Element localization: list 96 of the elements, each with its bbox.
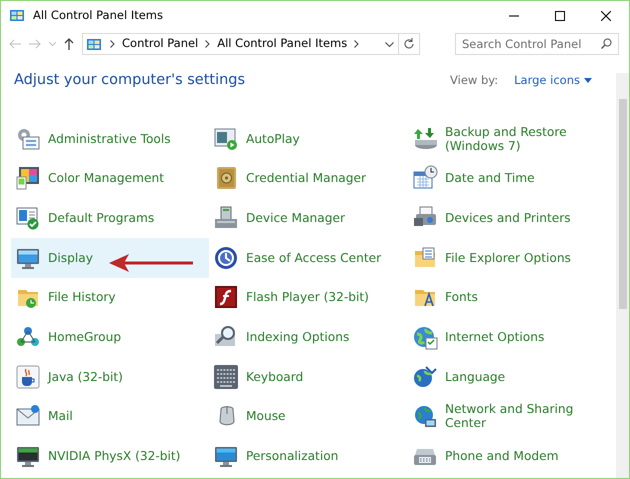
item-label: Flash Player (32-bit) bbox=[246, 290, 369, 304]
control-panel-item[interactable]: Mouse bbox=[209, 396, 408, 436]
item-label: Credential Manager bbox=[246, 171, 366, 186]
breadcrumb[interactable]: All Control Panel Items bbox=[214, 35, 350, 53]
item-label: Mail bbox=[48, 409, 73, 424]
item-label: Fonts bbox=[445, 290, 478, 304]
address-bar[interactable]: Control Panel All Control Panel Items bbox=[82, 33, 420, 55]
caret-icon bbox=[49, 42, 56, 46]
control-panel-icon bbox=[86, 36, 102, 52]
search-icon bbox=[601, 38, 612, 49]
keyboard-icon bbox=[213, 364, 239, 390]
caret-icon bbox=[584, 78, 592, 84]
item-label: File Explorer Options bbox=[445, 250, 571, 265]
item-label: Java (32-bit) bbox=[48, 370, 123, 384]
breadcrumb[interactable]: Control Panel bbox=[119, 35, 202, 53]
item-label: Administrative Tools bbox=[48, 132, 171, 146]
maximize-icon bbox=[555, 10, 565, 20]
control-panel-item[interactable]: File Explorer Options bbox=[408, 238, 608, 278]
control-panel-item[interactable]: Devices and Printers bbox=[408, 198, 608, 238]
control-panel-item[interactable]: Language bbox=[408, 356, 608, 397]
checkmark-icon bbox=[15, 204, 41, 231]
item-label: Default Programs bbox=[48, 210, 154, 225]
control-panel-item[interactable]: Flash Player (32-bit) bbox=[209, 278, 408, 318]
control-panel-item[interactable]: File History bbox=[11, 278, 209, 318]
control-panel-item[interactable]: Phone and Modem bbox=[408, 436, 608, 476]
control-panel-item[interactable]: Administrative Tools bbox=[11, 118, 209, 158]
control-panel-item[interactable]: Internet Options bbox=[408, 317, 608, 357]
view-by-label: View by: bbox=[450, 72, 498, 90]
control-panel-item[interactable]: NVIDIA PhysX (32-bit) bbox=[11, 436, 209, 476]
play-icon bbox=[213, 126, 239, 152]
globe-icon bbox=[412, 324, 438, 350]
dropdown-icon bbox=[385, 42, 394, 46]
scrollbar-thumb[interactable] bbox=[619, 99, 627, 309]
chevron-icon bbox=[110, 40, 115, 48]
item-label: Phone and Modem bbox=[445, 449, 559, 464]
forward-button[interactable] bbox=[29, 39, 41, 49]
item-label: File History bbox=[48, 290, 116, 304]
control-panel-item[interactable]: Date and Time bbox=[408, 158, 608, 198]
control-panel-item[interactable]: Keyboard bbox=[209, 356, 408, 397]
item-label: Mouse bbox=[246, 409, 286, 424]
close-icon bbox=[601, 10, 611, 20]
control-panel-item[interactable]: Java (32-bit) bbox=[11, 356, 209, 397]
item-label: Keyboard bbox=[246, 370, 304, 384]
forward-icon bbox=[29, 39, 41, 49]
item-label: NVIDIA PhysX (32-bit) bbox=[48, 449, 180, 464]
control-panel-item[interactable]: Indexing Options bbox=[209, 317, 408, 357]
recent-locations-button[interactable] bbox=[49, 42, 56, 46]
monitor-icon bbox=[15, 165, 41, 192]
chevron-icon bbox=[205, 40, 210, 48]
item-label: Date and Time bbox=[445, 171, 535, 186]
item-label: HomeGroup bbox=[48, 330, 122, 344]
calendar-icon bbox=[412, 165, 438, 192]
flash-icon bbox=[213, 284, 239, 310]
control-panel-item[interactable]: HomeGroup bbox=[11, 317, 209, 357]
control-panel-item[interactable]: Ease of Access Center bbox=[209, 238, 408, 278]
back-icon bbox=[9, 39, 21, 49]
item-label: Color Management bbox=[48, 171, 164, 186]
item-label: Internet Options bbox=[445, 330, 544, 344]
network-icon bbox=[412, 403, 438, 430]
item-label: Network and Sharing Center bbox=[445, 402, 574, 430]
refresh-icon bbox=[403, 38, 415, 50]
scrollbar[interactable] bbox=[616, 73, 629, 478]
view-by-dropdown[interactable]: Large icons bbox=[514, 72, 592, 90]
back-button[interactable] bbox=[9, 39, 21, 49]
control-panel-item[interactable]: Display bbox=[11, 238, 209, 278]
item-label: Devices and Printers bbox=[445, 210, 571, 225]
window-title: All Control Panel Items bbox=[33, 6, 163, 24]
item-label: Language bbox=[445, 370, 506, 384]
control-panel-item[interactable]: Default Programs bbox=[11, 198, 209, 238]
item-label: AutoPlay bbox=[246, 132, 300, 146]
up-arrow-icon bbox=[64, 38, 74, 50]
control-panel-item[interactable]: Credential Manager bbox=[209, 158, 408, 198]
control-panel-item[interactable]: Mail bbox=[11, 396, 209, 436]
item-label: Display bbox=[48, 250, 93, 265]
control-panel-item[interactable]: Device Manager bbox=[209, 198, 408, 238]
chevron-icon bbox=[354, 40, 360, 48]
cup-icon bbox=[15, 364, 41, 390]
control-panel-icon bbox=[9, 8, 25, 23]
control-panel-item[interactable]: AutoPlay bbox=[209, 118, 408, 158]
control-panel-item[interactable]: Personalization bbox=[209, 436, 408, 476]
control-panel-item[interactable]: Backup and Restore (Windows 7) bbox=[408, 118, 608, 158]
item-label: Indexing Options bbox=[246, 330, 350, 344]
item-label: Personalization bbox=[246, 449, 338, 464]
computer-icon bbox=[213, 204, 239, 231]
item-label: Ease of Access Center bbox=[246, 250, 382, 265]
search-field[interactable]: Search Control Panel bbox=[455, 33, 619, 55]
globe-icon bbox=[412, 364, 438, 390]
up-button[interactable] bbox=[64, 38, 74, 50]
item-label: Device Manager bbox=[246, 210, 345, 225]
control-panel-item[interactable]: Fonts bbox=[408, 278, 608, 318]
dial-icon bbox=[213, 244, 239, 271]
control-panel-item[interactable]: Color Management bbox=[11, 158, 209, 198]
page-heading: Adjust your computer's settings bbox=[14, 71, 246, 90]
drive-icon bbox=[412, 126, 438, 152]
item-label: Backup and Restore (Windows 7) bbox=[445, 124, 568, 153]
control-panel-item[interactable]: Network and Sharing Center bbox=[408, 396, 608, 436]
